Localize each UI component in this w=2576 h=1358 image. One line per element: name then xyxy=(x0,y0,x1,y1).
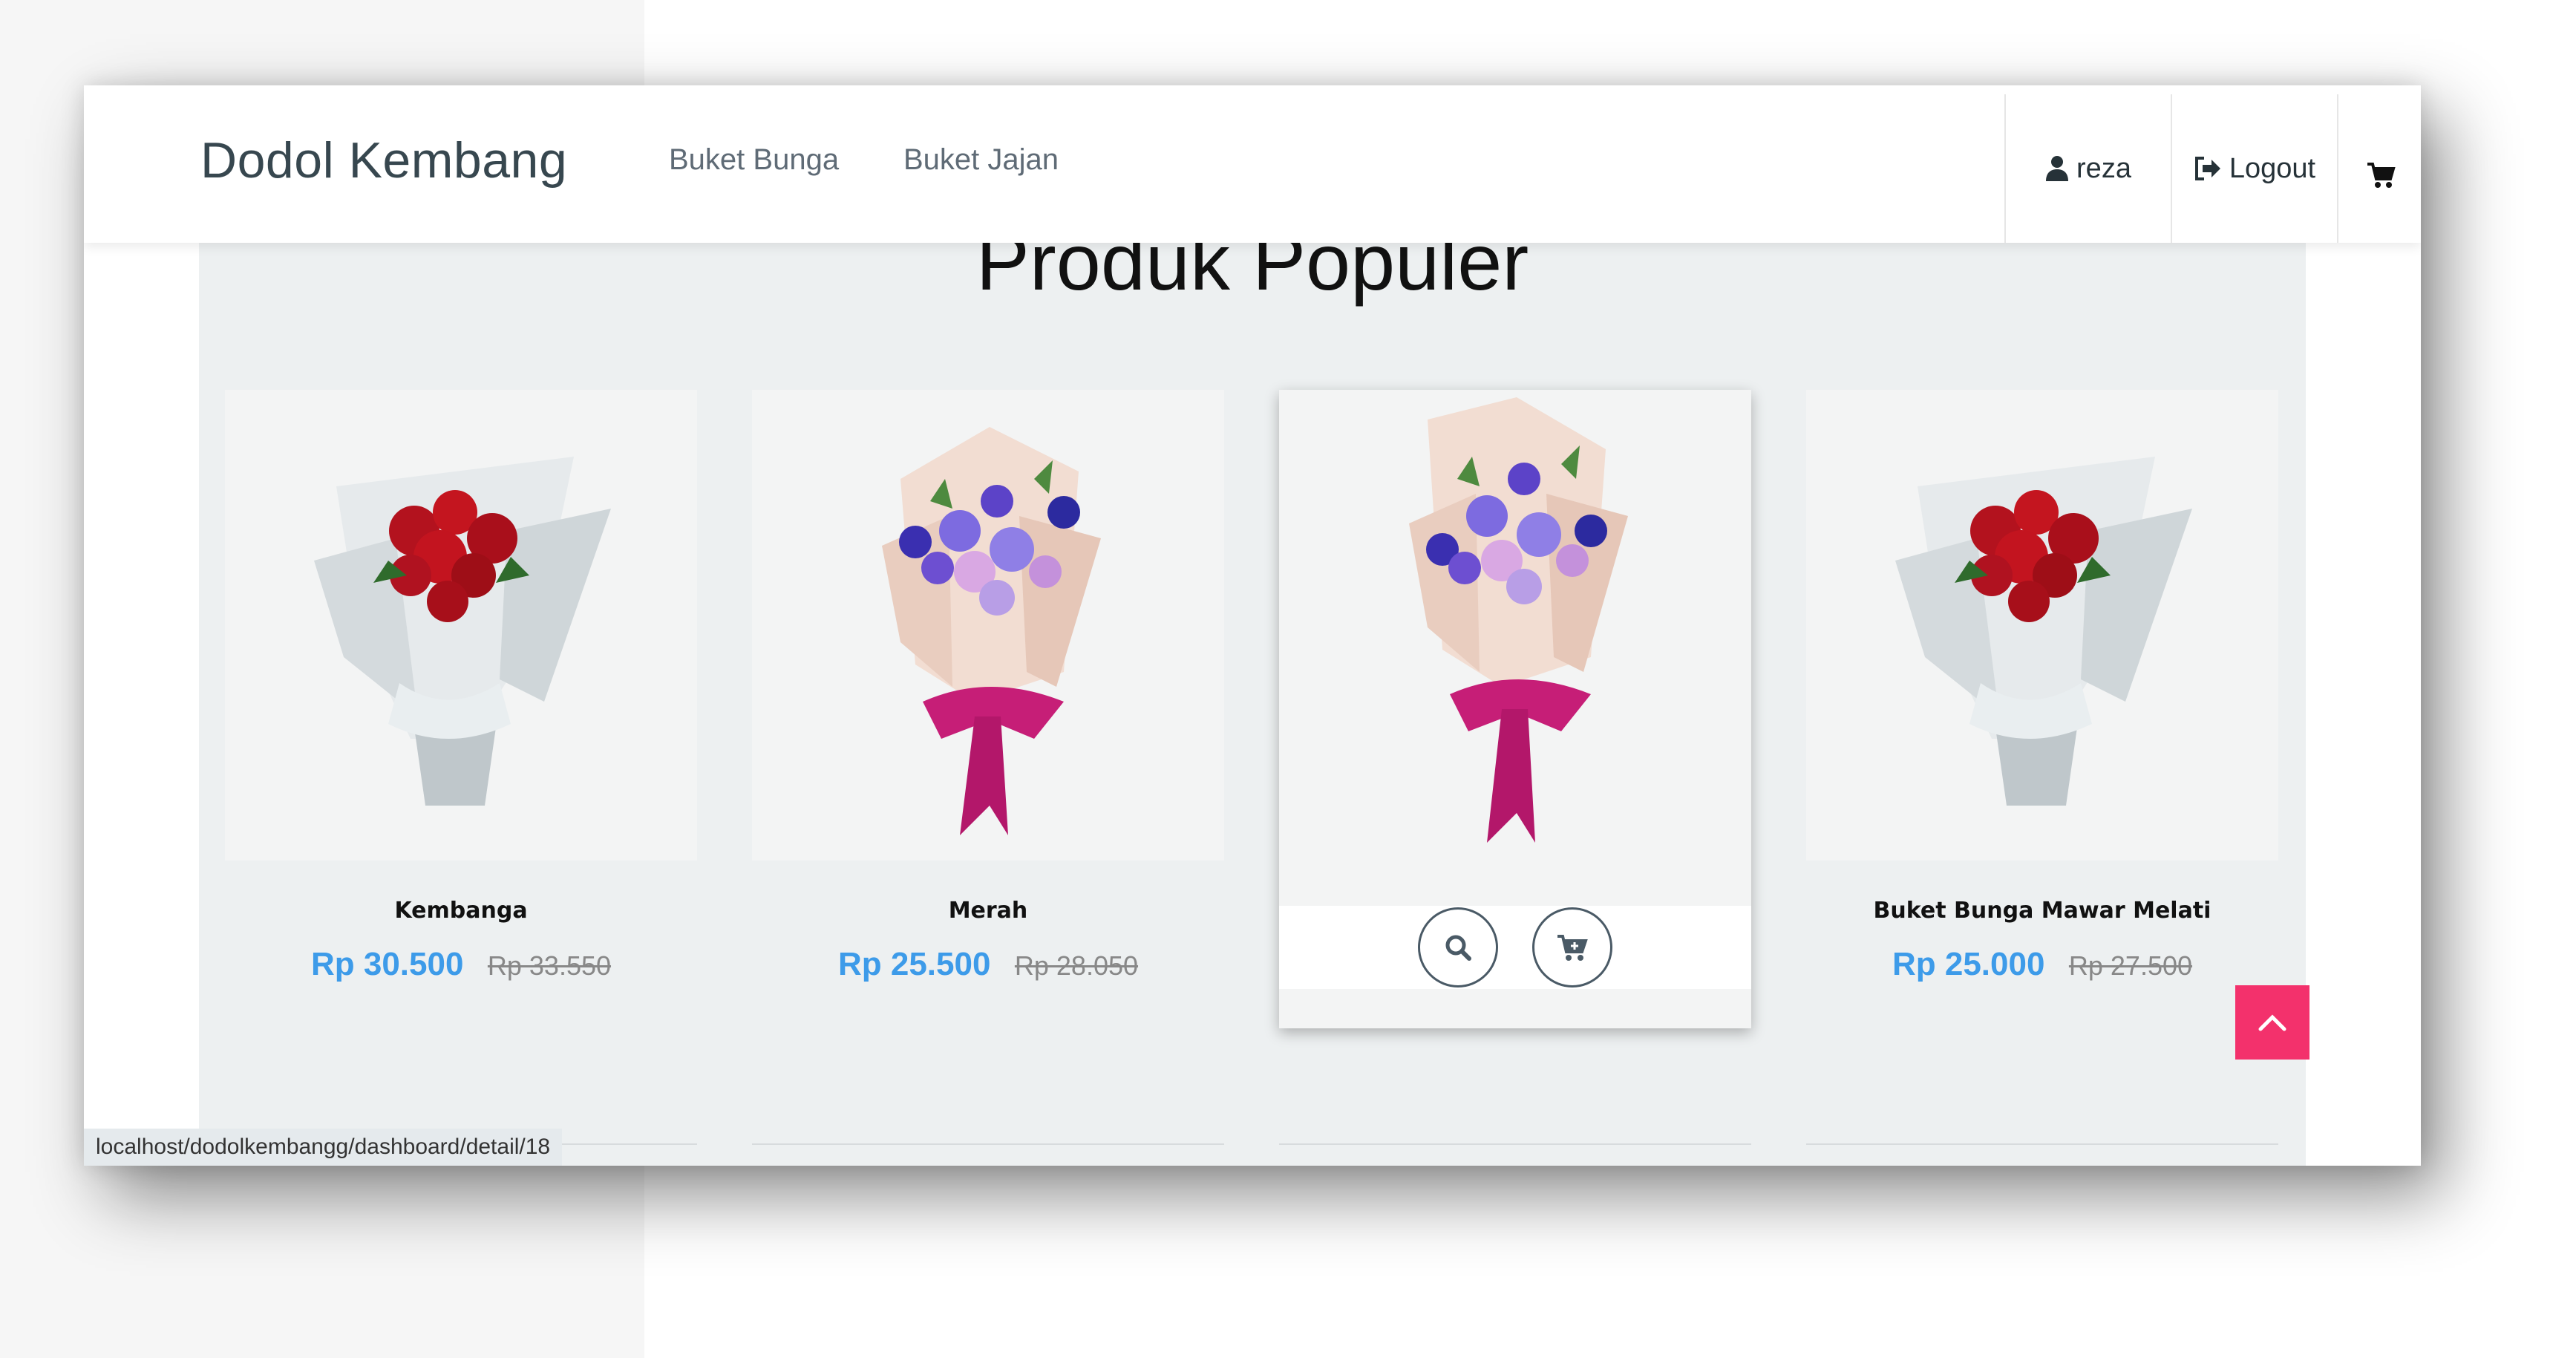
product-old-price: Rp 33.550 xyxy=(487,950,612,981)
user-name: reza xyxy=(2076,152,2131,184)
navbar: Dodol Kembang Buket Bunga Buket Jajan re… xyxy=(84,85,2421,243)
product-old-price: Rp 27.500 xyxy=(2068,950,2193,981)
scroll-to-top-button[interactable] xyxy=(2235,985,2309,1060)
logout-label: Logout xyxy=(2229,152,2316,184)
card-divider xyxy=(752,1143,1224,1145)
cart-button[interactable] xyxy=(2337,94,2421,243)
card-divider xyxy=(1806,1143,2278,1145)
product-card-merah[interactable]: Merah Rp 25.500 Rp 28.050 xyxy=(752,390,1224,1145)
product-prices: Rp 30.500 Rp 33.550 xyxy=(225,946,697,983)
bouquet-purple-flowers-image xyxy=(1409,397,1628,843)
logout-button[interactable]: Logout xyxy=(2171,94,2337,243)
cart-plus-icon xyxy=(1557,935,1588,961)
search-icon xyxy=(1445,935,1471,961)
user-icon xyxy=(2046,156,2069,181)
product-price: Rp 25.500 xyxy=(837,946,991,982)
user-menu[interactable]: reza xyxy=(2004,94,2171,243)
product-image[interactable] xyxy=(1806,390,2278,861)
product-card-kembanga[interactable]: Kembanga Rp 30.500 Rp 33.550 xyxy=(225,390,697,1145)
brand-logo[interactable]: Dodol Kembang xyxy=(200,131,567,189)
bouquet-red-roses-image xyxy=(314,457,611,806)
product-name[interactable]: Merah xyxy=(752,898,1224,924)
product-price: Rp 25.000 xyxy=(1892,946,2045,982)
logout-icon xyxy=(2194,157,2220,180)
product-name[interactable]: Buket Bunga Mawar Melati xyxy=(1806,898,2278,924)
product-card-hovered[interactable] xyxy=(1279,390,1751,1145)
cart-icon xyxy=(2367,163,2396,188)
product-image[interactable] xyxy=(1279,390,1751,861)
status-bar-url: localhost/dodolkembangg/dashboard/detail… xyxy=(84,1129,563,1166)
chevron-up-icon xyxy=(2258,1014,2286,1031)
nav-link-buket-jajan[interactable]: Buket Jajan xyxy=(903,143,1059,177)
bouquet-purple-flowers-image xyxy=(882,427,1101,835)
card-divider xyxy=(1279,1143,1751,1145)
product-prices: Rp 25.500 Rp 28.050 xyxy=(752,946,1224,983)
quick-view-button[interactable] xyxy=(1418,907,1498,988)
add-to-cart-button[interactable] xyxy=(1532,907,1612,988)
product-card-buket-bunga-mawar-melati[interactable]: Buket Bunga Mawar Melati Rp 25.000 Rp 27… xyxy=(1806,390,2278,1145)
nav-link-buket-bunga[interactable]: Buket Bunga xyxy=(669,143,839,177)
product-image[interactable] xyxy=(225,390,697,861)
product-prices: Rp 25.000 Rp 27.500 xyxy=(1806,946,2278,983)
product-price: Rp 30.500 xyxy=(310,946,464,982)
product-image[interactable] xyxy=(752,390,1224,861)
product-old-price: Rp 28.050 xyxy=(1014,950,1139,981)
product-action-bar xyxy=(1279,906,1751,989)
product-name[interactable]: Kembanga xyxy=(225,898,697,924)
bouquet-red-roses-image xyxy=(1895,457,2192,806)
browser-window: Produk Populer Dodol Kembang Buket Bunga… xyxy=(84,85,2421,1166)
